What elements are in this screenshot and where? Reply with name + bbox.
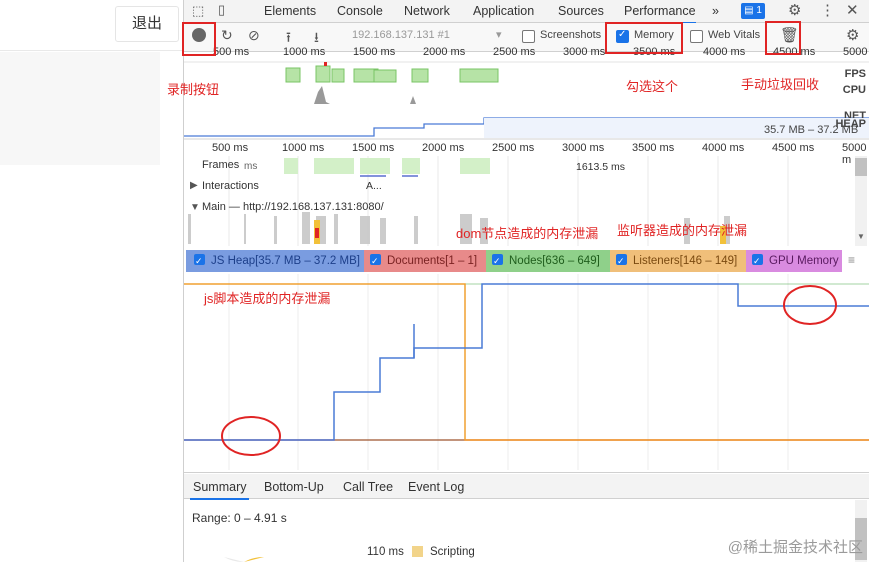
content-panel xyxy=(0,52,160,165)
clear-icon[interactable]: ⊘ xyxy=(248,27,260,44)
timeline-overview[interactable]: 500 ms 1000 ms 1500 ms 2000 ms 2500 ms 3000 m… xyxy=(184,46,869,142)
legend-listeners[interactable]: Listeners[146 – 149] xyxy=(610,250,746,272)
listeners-label: Listeners[146 – 149] xyxy=(633,255,738,267)
session-select[interactable]: 192.168.137.131 #1 xyxy=(352,29,450,41)
ruler-tick: 500 ms xyxy=(212,142,249,154)
interaction-marker[interactable]: A... xyxy=(366,180,382,192)
memory-annotation: 勾选这个 xyxy=(626,79,679,94)
ruler-tick: 1000 ms xyxy=(282,142,325,154)
scrollbar-thumb[interactable] xyxy=(855,158,867,176)
issues-icon: ▤ xyxy=(744,5,754,16)
long-task-marker xyxy=(324,62,327,66)
devtools-tabbar: ⬚ ▯ Elements Console Network Application… xyxy=(184,0,869,24)
chevron-right-icon[interactable]: ▶ xyxy=(190,180,198,191)
js-heap-label: JS Heap[35.7 MB – 37.2 MB] xyxy=(211,255,360,267)
legend-menu-icon[interactable]: ≡ xyxy=(848,253,855,267)
cpu-area xyxy=(314,86,416,104)
issues-count: 1 xyxy=(756,5,762,16)
summary-scripting-label: Scripting xyxy=(430,546,475,558)
chevron-down-icon[interactable]: ▾ xyxy=(496,28,502,41)
capture-settings-icon[interactable]: ⚙ xyxy=(846,26,859,44)
summary-scripting-value: 110 ms xyxy=(367,546,404,558)
heap-range-label: 35.7 MB – 37.2 MB xyxy=(764,124,859,136)
gc-highlight xyxy=(765,21,801,55)
frames-ms-label: ms xyxy=(244,161,258,172)
screenshots-checkbox[interactable] xyxy=(522,30,535,43)
summary-pie xyxy=(224,556,264,562)
main-ruler: 500 ms 1000 ms 1500 ms 2000 ms 2500 ms 3000 m… xyxy=(184,142,869,166)
device-toggle-icon[interactable]: ▯ xyxy=(218,2,225,18)
ruler-tick: 1500 ms xyxy=(352,142,395,154)
tab-call-tree[interactable]: Call Tree xyxy=(343,476,393,498)
more-tabs-button[interactable]: » xyxy=(712,0,719,22)
record-highlight xyxy=(182,22,216,56)
memory-highlight xyxy=(605,22,683,54)
frames-track-label: Frames xyxy=(202,159,240,171)
nodes-label: Nodes[636 – 649] xyxy=(509,255,600,267)
ruler-tick: 2500 ms xyxy=(492,142,535,154)
counters-legend: JS Heap[35.7 MB – 37.2 MB] Documents[1 –… xyxy=(184,250,869,272)
listener-leak-annotation: 监听器造成的内存泄漏 xyxy=(617,223,748,238)
range-text: Range: 0 – 4.91 s xyxy=(192,511,287,525)
webvitals-label: Web Vitals xyxy=(708,29,761,41)
dom-leak-annotation: dom节点造成的内存泄漏 xyxy=(456,226,599,241)
ruler-tick: 4000 ms xyxy=(702,142,745,154)
kebab-menu-icon[interactable]: ⋮ xyxy=(820,1,835,19)
ruler-tick: 2000 ms xyxy=(422,142,465,154)
divider xyxy=(0,50,183,51)
scripting-swatch xyxy=(412,546,423,557)
tracks-scrollbar[interactable]: ▼ xyxy=(855,156,867,246)
tab-network[interactable]: Network xyxy=(404,0,450,22)
webvitals-checkbox[interactable] xyxy=(690,30,703,43)
ruler-tick: 4500 ms xyxy=(772,142,815,154)
tab-application[interactable]: Application xyxy=(473,0,534,22)
cpu-lane-label: CPU xyxy=(842,84,866,96)
circle-mark-left xyxy=(221,416,281,456)
documents-label: Documents[1 – 1] xyxy=(387,255,478,267)
inspect-icon[interactable]: ⬚ xyxy=(192,3,204,19)
tab-event-log[interactable]: Event Log xyxy=(408,476,464,498)
tab-bottom-up[interactable]: Bottom-Up xyxy=(264,476,324,498)
logout-button[interactable]: 退出 xyxy=(115,6,179,42)
net-lane-label: NET xyxy=(844,110,866,118)
listeners-checkbox[interactable] xyxy=(616,252,627,270)
tab-console[interactable]: Console xyxy=(337,0,383,22)
main-track-label[interactable]: Main — http://192.168.137.131:8080/ xyxy=(202,201,384,213)
reload-record-icon[interactable]: ↻ xyxy=(221,27,233,44)
gc-annotation: 手动垃圾回收 xyxy=(741,77,820,92)
interactions-track-label[interactable]: Interactions xyxy=(202,180,259,192)
js-heap-line xyxy=(184,283,869,441)
watermark: @稀土掘金技术社区 xyxy=(727,539,863,556)
legend-nodes[interactable]: Nodes[636 – 649] xyxy=(486,250,610,272)
settings-icon[interactable]: ⚙ xyxy=(788,1,801,19)
screenshots-label: Screenshots xyxy=(540,29,602,41)
ruler-tick: 3500 ms xyxy=(632,142,675,154)
ruler-tick: 3000 ms xyxy=(562,142,605,154)
nodes-checkbox[interactable] xyxy=(492,252,503,270)
js-leak-annotation: js脚本造成的内存泄漏 xyxy=(204,291,331,306)
tab-sources[interactable]: Sources xyxy=(558,0,604,22)
frame-time-label: 1613.5 ms xyxy=(576,161,626,173)
app-page: 退出 xyxy=(0,0,183,562)
listeners-line xyxy=(184,283,869,441)
tab-performance[interactable]: Performance xyxy=(624,0,696,24)
chevron-down-icon[interactable]: ▼ xyxy=(190,202,200,213)
tab-elements[interactable]: Elements xyxy=(264,0,316,22)
legend-gpu[interactable]: GPU Memory xyxy=(746,250,842,272)
tab-summary[interactable]: Summary xyxy=(190,476,250,500)
gpu-checkbox[interactable] xyxy=(752,252,763,270)
issues-badge[interactable]: ▤ 1 xyxy=(741,3,765,19)
gpu-label: GPU Memory xyxy=(769,255,839,267)
legend-documents[interactable]: Documents[1 – 1] xyxy=(364,250,486,272)
record-annotation: 录制按钮 xyxy=(167,82,220,97)
fps-lane-label: FPS xyxy=(844,68,866,80)
documents-checkbox[interactable] xyxy=(370,252,381,270)
legend-js-heap[interactable]: JS Heap[35.7 MB – 37.2 MB] xyxy=(186,250,364,272)
scroll-down-icon[interactable]: ▼ xyxy=(857,232,865,241)
circle-mark-right xyxy=(783,285,837,325)
close-icon[interactable]: ✕ xyxy=(846,1,859,19)
nodes-line xyxy=(184,283,869,441)
js-heap-checkbox[interactable] xyxy=(194,252,205,270)
fps-bars xyxy=(285,65,499,83)
